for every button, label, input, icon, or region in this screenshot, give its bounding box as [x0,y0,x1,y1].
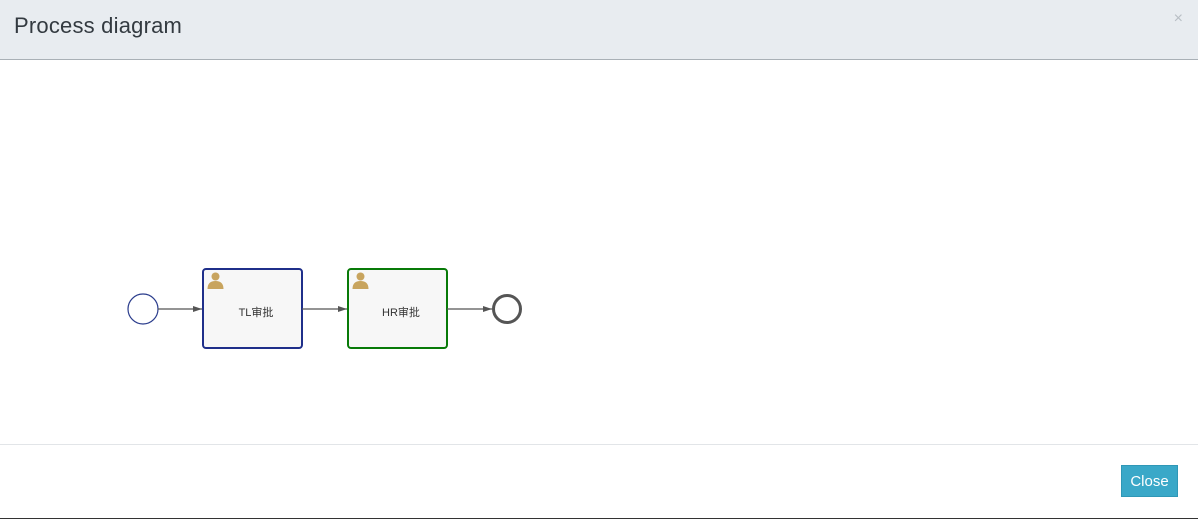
dialog-body: TL审批 HR审批 [0,60,1198,444]
process-diagram: TL审批 HR审批 [127,268,522,349]
task-hr-approval[interactable]: HR审批 [347,268,448,349]
start-event[interactable] [127,293,159,325]
close-icon[interactable]: × [1174,10,1183,28]
dialog-header: Process diagram × [0,0,1198,60]
task-tl-approval[interactable]: TL审批 [202,268,303,349]
task-label: HR审批 [382,305,420,319]
task-label: TL审批 [239,305,274,319]
dialog-title: Process diagram [14,13,183,38]
process-diagram-dialog: Process diagram × TL审批 HR审批 Close [0,0,1198,519]
end-event[interactable] [492,294,522,324]
close-button[interactable]: Close [1121,465,1178,497]
dialog-footer: Close [0,444,1198,518]
